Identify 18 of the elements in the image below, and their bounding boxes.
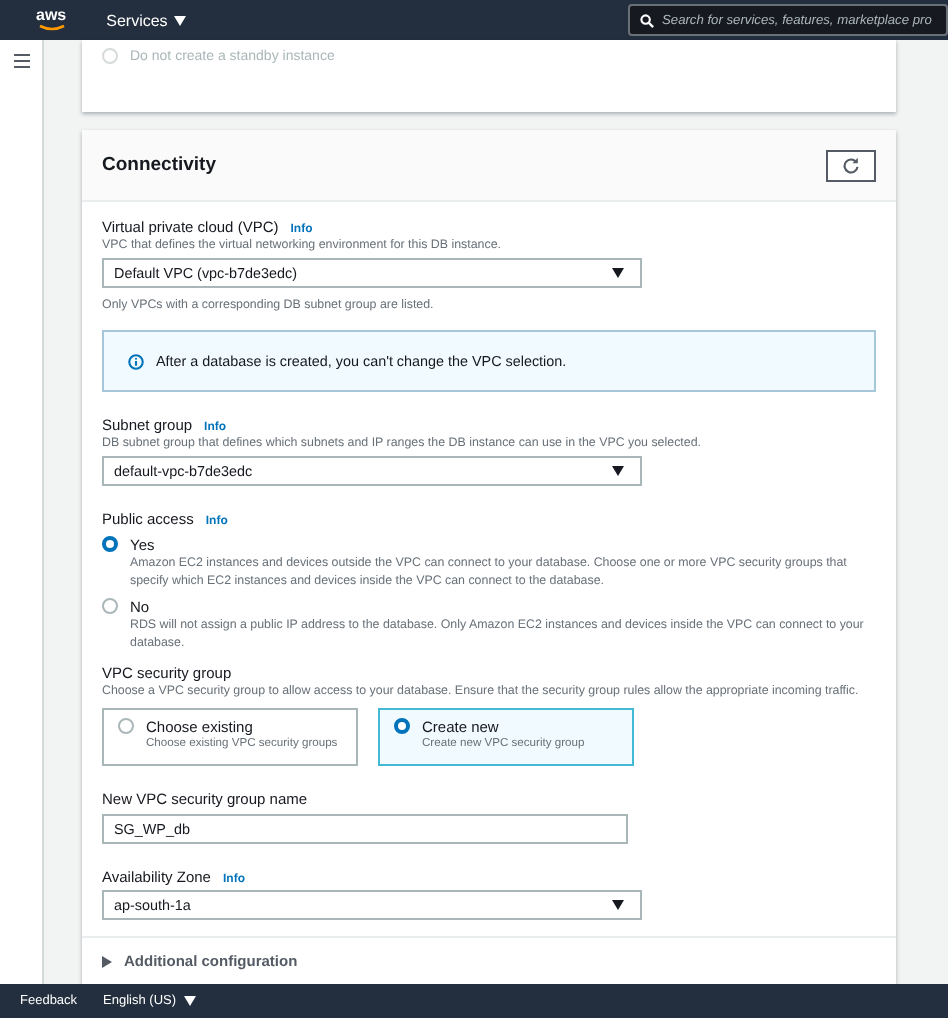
logo[interactable]: aws bbox=[36, 8, 67, 32]
caret-down-icon bbox=[173, 15, 186, 25]
caret-down-icon bbox=[612, 466, 624, 476]
caret-down-icon bbox=[612, 268, 624, 278]
refresh-icon bbox=[842, 156, 860, 174]
radio-button[interactable] bbox=[118, 718, 134, 734]
radio-button[interactable] bbox=[102, 536, 118, 552]
panel-title: Connectivity bbox=[102, 154, 217, 176]
menu-icon[interactable] bbox=[13, 54, 29, 68]
caret-down-icon bbox=[612, 900, 624, 910]
info-icon bbox=[128, 353, 144, 369]
radio-button[interactable] bbox=[102, 598, 118, 614]
refresh-button[interactable] bbox=[826, 149, 876, 181]
services-menu[interactable]: Services bbox=[106, 11, 186, 29]
caret-right-icon bbox=[102, 955, 112, 967]
search-icon bbox=[640, 13, 654, 27]
caret-down-icon bbox=[184, 996, 197, 1006]
radio-button[interactable] bbox=[394, 718, 410, 734]
